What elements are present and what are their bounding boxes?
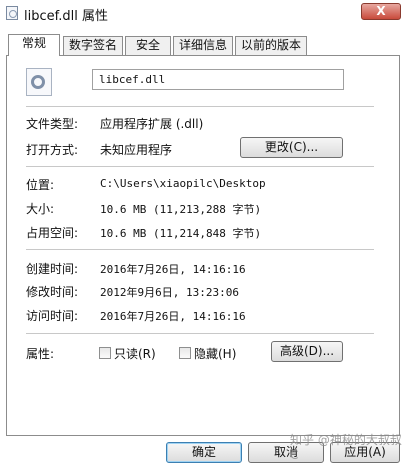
size-value: 10.6 MB (11,213,288 字节) [100,203,262,216]
open-with-label: 打开方式: [26,143,79,157]
advanced-button[interactable]: 高级(D)... [271,341,343,362]
close-button[interactable]: X [361,3,401,20]
dll-file-icon [26,68,52,96]
readonly-label[interactable]: 只读(R) [114,345,156,362]
size-on-disk-label: 占用空间: [26,226,79,240]
separator [26,166,374,167]
created-label: 创建时间: [26,262,79,276]
file-type-label: 文件类型: [26,117,79,131]
separator [26,333,374,334]
hidden-label[interactable]: 隐藏(H) [194,345,236,362]
change-button[interactable]: 更改(C)... [240,137,343,158]
open-with-value: 未知应用程序 [100,143,173,157]
tab-general[interactable]: 常规 [8,34,60,56]
created-value: 2016年7月26日, 14:16:16 [100,263,246,276]
tab-previous-versions[interactable]: 以前的版本 [235,36,307,55]
separator [26,249,374,250]
file-name-field[interactable]: libcef.dll [92,69,344,90]
tab-details[interactable]: 详细信息 [173,36,233,55]
separator [26,106,374,107]
window-title: libcef.dll 属性 [24,9,108,24]
location-label: 位置: [26,178,55,192]
accessed-value: 2016年7月26日, 14:16:16 [100,310,246,323]
size-label: 大小: [26,202,55,216]
tab-security[interactable]: 安全 [125,36,171,55]
modified-label: 修改时间: [26,285,79,299]
general-panel [6,55,400,436]
attributes-label: 属性: [26,347,55,361]
location-value: C:\Users\xiaopilc\Desktop [100,177,266,190]
readonly-checkbox[interactable] [99,347,111,359]
file-type-value: 应用程序扩展 (.dll) [100,117,204,131]
hidden-checkbox[interactable] [179,347,191,359]
gear-icon [31,75,45,89]
ok-button[interactable]: 确定 [166,442,242,463]
accessed-label: 访问时间: [26,309,79,323]
title-bar: libcef.dll 属性 X [0,0,407,26]
tab-digital-signatures[interactable]: 数字签名 [63,36,123,55]
file-properties-icon [6,6,18,20]
modified-value: 2012年9月6日, 13:23:06 [100,286,239,299]
watermark: 知乎 @神秘的大叔叔C [290,433,402,462]
size-on-disk-value: 10.6 MB (11,214,848 字节) [100,227,262,240]
